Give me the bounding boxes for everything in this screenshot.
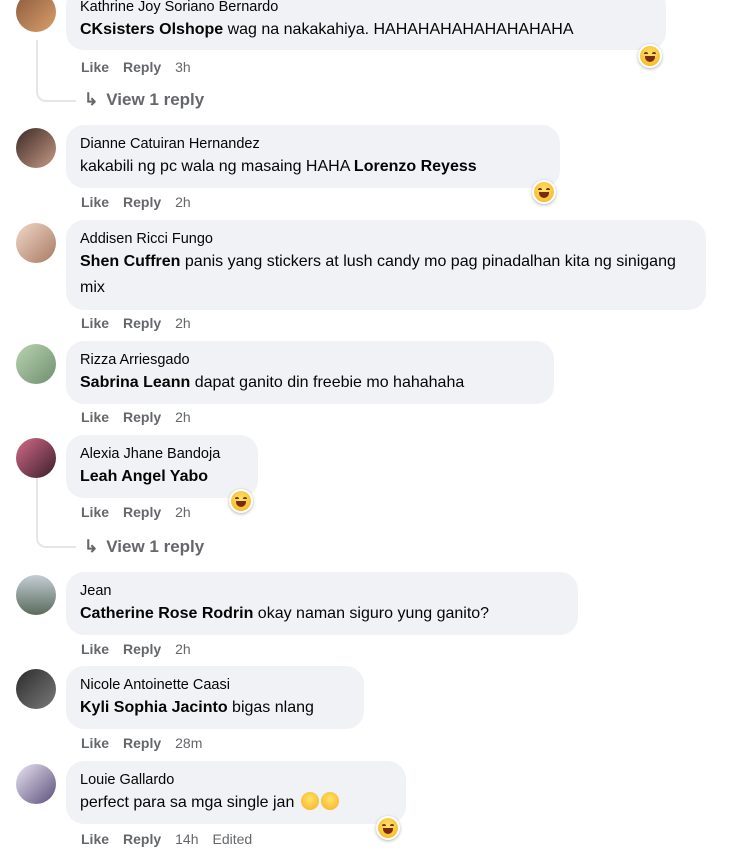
haha-emoji-icon [534,182,554,202]
mention-link[interactable]: Catherine Rose Rodrin [80,605,253,622]
comment-text: Catherine Rose Rodrin okay naman siguro … [80,605,490,622]
comment-actions: Like Reply 2h [81,409,205,425]
reaction-badge[interactable] [229,489,253,513]
comment-actions: Like Reply 3h [81,59,205,75]
reply-button[interactable]: Reply [123,315,161,331]
astonished-emoji-icon [300,792,319,810]
comment-text: perfect para sa mga single jan [80,790,392,816]
comment-author[interactable]: Alexia Jhane Bandoja [80,444,244,464]
comment-author[interactable]: Louie Gallardo [80,770,392,790]
haha-emoji-icon [231,491,251,511]
like-button[interactable]: Like [81,735,109,751]
comment-text: CKsisters Olshope wag na nakakahiya. HAH… [80,21,574,38]
mention-link[interactable]: Lorenzo Reyess [354,158,477,175]
comment-time[interactable]: 14h [175,831,198,847]
reply-arrow-icon: ↳ [84,90,99,109]
edited-label: Edited [212,831,253,847]
like-button[interactable]: Like [81,59,109,75]
like-button[interactable]: Like [81,641,109,657]
comment-author[interactable]: Jean [80,581,564,601]
reply-button[interactable]: Reply [123,59,161,75]
comment-time[interactable]: 3h [175,59,191,75]
mention-link[interactable]: CKsisters Olshope [80,21,223,38]
reply-arrow-icon: ↳ [84,537,99,556]
comment-bubble: Louie Gallardo perfect para sa mga singl… [66,761,406,824]
laughing-emoji-icon [320,792,339,810]
comment-time[interactable]: 2h [175,194,191,210]
comment-bubble: Nicole Antoinette Caasi Kyli Sophia Jaci… [66,666,364,729]
comment-author[interactable]: Rizza Arriesgado [80,350,540,370]
reply-button[interactable]: Reply [123,409,161,425]
reply-button[interactable]: Reply [123,641,161,657]
comment-time[interactable]: 28m [175,735,202,751]
reply-button[interactable]: Reply [123,504,161,520]
comment-text: Shen Cuffren panis yang stickers at lush… [80,253,676,296]
thread-connector [36,40,76,102]
comment-time[interactable]: 2h [175,315,191,331]
comment-actions: Like Reply 2h [81,504,205,520]
view-replies-button[interactable]: ↳ View 1 reply [84,537,204,557]
comment-author[interactable]: Kathrine Joy Soriano Bernardo [80,0,652,17]
comment-text: kakabili ng pc wala ng masaing HAHA Lore… [80,158,477,175]
comment-text: Leah Angel Yabo [80,464,244,490]
thread-connector [36,478,76,548]
comment-bubble: Addisen Ricci Fungo Shen Cuffren panis y… [66,220,706,310]
reaction-badge[interactable] [376,816,400,840]
comment-actions: Like Reply 2h [81,194,205,210]
avatar[interactable] [16,764,56,804]
haha-emoji-icon [640,46,660,66]
like-button[interactable]: Like [81,504,109,520]
comment-bubble: Kathrine Joy Soriano Bernardo CKsisters … [66,0,666,50]
like-button[interactable]: Like [81,831,109,847]
avatar[interactable] [16,669,56,709]
comment-author[interactable]: Nicole Antoinette Caasi [80,675,350,695]
comment-actions: Like Reply 2h [81,315,205,331]
like-button[interactable]: Like [81,194,109,210]
mention-link[interactable]: Leah Angel Yabo [80,468,208,485]
comment-time[interactable]: 2h [175,504,191,520]
like-button[interactable]: Like [81,409,109,425]
avatar[interactable] [16,128,56,168]
avatar[interactable] [16,575,56,615]
comment-time[interactable]: 2h [175,641,191,657]
comment-actions: Like Reply 28m [81,735,216,751]
reaction-badge[interactable] [638,44,662,68]
comment-actions: Like Reply 14h Edited [81,831,266,847]
avatar[interactable] [16,223,56,263]
comment-time[interactable]: 2h [175,409,191,425]
mention-link[interactable]: Shen Cuffren [80,253,180,270]
reply-button[interactable]: Reply [123,194,161,210]
mention-link[interactable]: Kyli Sophia Jacinto [80,699,228,716]
mention-link[interactable]: Sabrina Leann [80,374,190,391]
avatar[interactable] [16,344,56,384]
comment-actions: Like Reply 2h [81,641,205,657]
comment-author[interactable]: Addisen Ricci Fungo [80,229,692,249]
reply-button[interactable]: Reply [123,735,161,751]
comment-author[interactable]: Dianne Catuiran Hernandez [80,134,546,154]
reaction-badge[interactable] [532,180,556,204]
view-replies-button[interactable]: ↳ View 1 reply [84,90,204,110]
haha-emoji-icon [378,818,398,838]
avatar[interactable] [16,438,56,478]
reply-button[interactable]: Reply [123,831,161,847]
comment-bubble: Alexia Jhane Bandoja Leah Angel Yabo [66,435,258,498]
comment-text: Sabrina Leann dapat ganito din freebie m… [80,374,465,391]
like-button[interactable]: Like [81,315,109,331]
avatar[interactable] [16,0,56,32]
comment-bubble: Jean Catherine Rose Rodrin okay naman si… [66,572,578,635]
comment-text: Kyli Sophia Jacinto bigas nlang [80,699,314,716]
comment-bubble: Rizza Arriesgado Sabrina Leann dapat gan… [66,341,554,404]
comment-bubble: Dianne Catuiran Hernandez kakabili ng pc… [66,125,560,188]
